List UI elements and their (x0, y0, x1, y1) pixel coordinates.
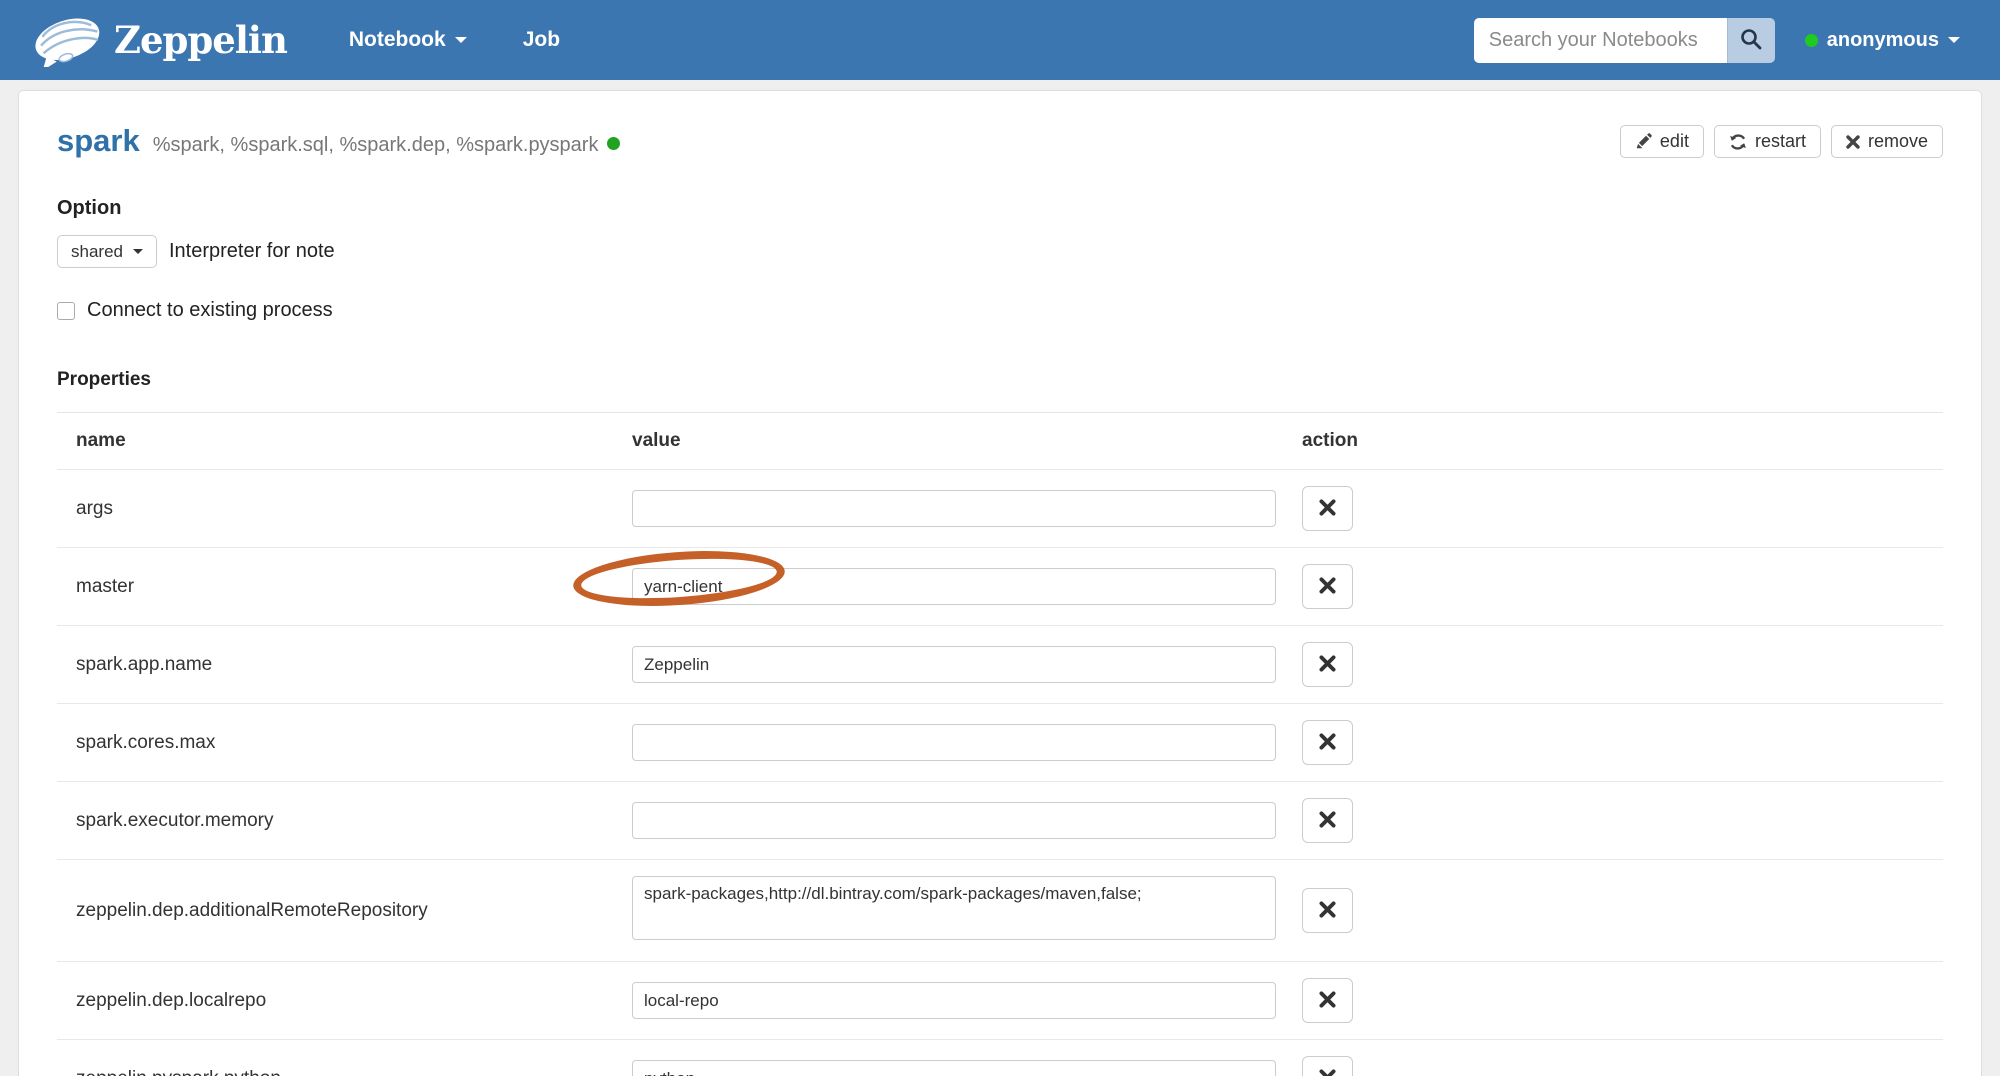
interpreter-groups-list: %spark, %spark.sql, %spark.dep, %spark.p… (152, 134, 599, 156)
search-icon (1739, 27, 1763, 54)
username-label: anonymous (1826, 28, 1939, 51)
restart-button[interactable]: restart (1713, 125, 1821, 158)
x-icon (1846, 134, 1860, 149)
search-input[interactable] (1473, 17, 1727, 63)
remove-property-button[interactable] (1302, 798, 1353, 843)
table-row: zeppelin.pyspark.python (57, 1040, 1943, 1076)
x-icon (1319, 1068, 1336, 1076)
remove-button[interactable]: remove (1830, 125, 1943, 158)
search-button[interactable] (1726, 17, 1775, 63)
interpreter-settings-card: spark %spark, %spark.sql, %spark.dep, %s… (18, 90, 1982, 1076)
column-header-value: value (632, 430, 681, 451)
connect-existing-process-checkbox[interactable] (57, 301, 75, 320)
remove-property-button[interactable] (1302, 720, 1353, 765)
property-value-input[interactable] (632, 490, 1276, 527)
connection-status-dot (1804, 33, 1818, 47)
remove-property-button[interactable] (1302, 1056, 1353, 1076)
property-name: spark.app.name (76, 653, 213, 675)
property-name: spark.cores.max (76, 731, 216, 753)
top-navbar: Zeppelin Notebook Job anonymous (0, 0, 2000, 80)
property-name: zeppelin.dep.localrepo (76, 989, 267, 1011)
x-icon (1319, 498, 1336, 519)
properties-table-header: name value action (57, 413, 1943, 470)
x-icon (1319, 900, 1336, 921)
chevron-down-icon (1948, 37, 1960, 43)
property-name: zeppelin.dep.additionalRemoteRepository (76, 899, 428, 921)
property-value-input[interactable] (632, 802, 1276, 839)
property-name: args (76, 497, 113, 519)
property-value-textarea[interactable]: spark-packages,http://dl.bintray.com/spa… (632, 876, 1276, 940)
column-header-name: name (76, 430, 126, 451)
property-value-input[interactable] (632, 1060, 1276, 1076)
pencil-icon (1635, 133, 1652, 150)
properties-heading: Properties (57, 369, 151, 390)
properties-table: name value action args master yarn-clien… (57, 412, 1943, 1076)
zeppelin-brand[interactable]: Zeppelin (30, 9, 288, 72)
x-icon (1319, 732, 1336, 753)
property-value-input[interactable] (632, 646, 1276, 683)
interpreter-binding-select[interactable]: shared (57, 235, 157, 268)
binding-mode-label: Interpreter for note (168, 240, 335, 262)
x-icon (1319, 990, 1336, 1011)
property-value-input[interactable] (632, 982, 1276, 1019)
column-header-action: action (1302, 430, 1358, 451)
connect-existing-process-label: Connect to existing process (87, 299, 333, 321)
table-row: spark.app.name (57, 626, 1943, 704)
remove-property-button[interactable] (1302, 642, 1353, 687)
property-name: master (76, 575, 135, 597)
x-icon (1319, 576, 1336, 597)
table-row: spark.cores.max (57, 704, 1943, 782)
table-row: spark.executor.memory (57, 782, 1943, 860)
property-value-input[interactable] (632, 724, 1276, 761)
user-menu[interactable]: anonymous (1804, 28, 1960, 52)
x-icon (1319, 654, 1336, 675)
nav-item-notebook[interactable]: Notebook (349, 28, 467, 52)
table-row: args (57, 470, 1943, 548)
chevron-down-icon (454, 37, 467, 43)
table-row: master (57, 544, 1943, 626)
remove-property-button[interactable] (1302, 486, 1353, 531)
brand-title: Zeppelin (114, 18, 288, 62)
table-row: zeppelin.dep.localrepo (57, 962, 1943, 1040)
interpreter-status-dot (607, 137, 621, 150)
option-heading: Option (57, 197, 122, 219)
remove-property-button[interactable] (1302, 564, 1353, 609)
refresh-icon (1729, 133, 1747, 151)
remove-property-button[interactable] (1302, 978, 1353, 1023)
interpreter-name-heading: spark (57, 123, 140, 158)
property-name: zeppelin.pyspark.python (57, 1068, 632, 1076)
table-row: zeppelin.dep.additionalRemoteRepository … (57, 860, 1943, 962)
zeppelin-logo-icon (30, 9, 106, 72)
property-value-input[interactable] (632, 568, 1276, 605)
page-background: spark %spark, %spark.sql, %spark.dep, %s… (0, 80, 2000, 1076)
chevron-down-icon (132, 249, 143, 254)
notebook-search (1473, 17, 1775, 63)
x-icon (1319, 810, 1336, 831)
property-name: spark.executor.memory (76, 809, 274, 831)
remove-property-button[interactable] (1302, 888, 1353, 933)
nav-item-job[interactable]: Job (523, 28, 560, 52)
edit-button[interactable]: edit (1619, 125, 1704, 158)
